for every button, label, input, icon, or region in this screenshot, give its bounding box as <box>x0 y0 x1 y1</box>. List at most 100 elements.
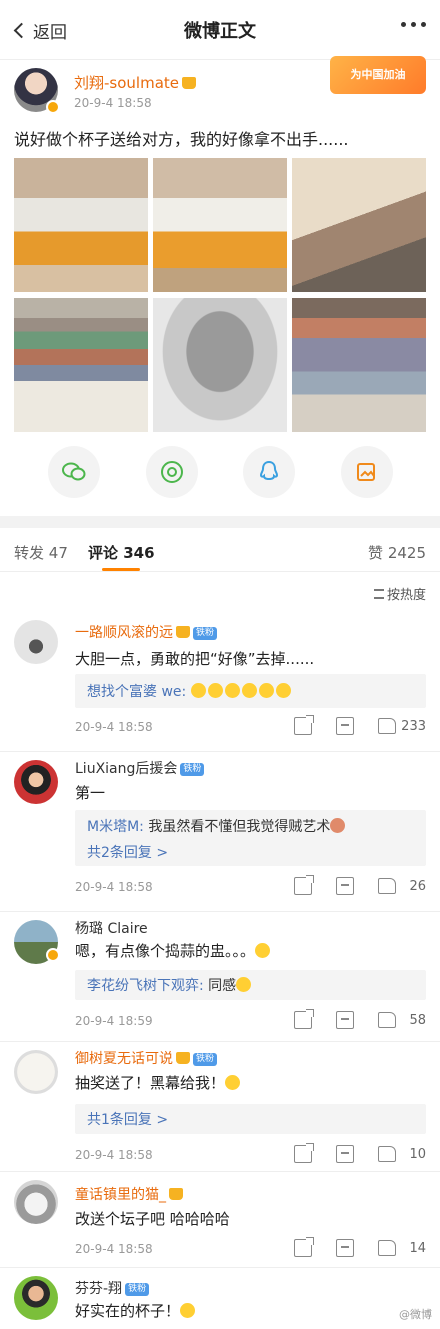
comment-item: 一路顺风滚的远 铁粉 大胆一点，勇敢的把“好像”去掉...... 想找个富婆 we… <box>0 612 440 752</box>
reply-box[interactable]: 李花纷飞树下观弈: 同感 <box>75 970 426 1000</box>
reply-text: 同感 <box>203 978 237 994</box>
share-wechat-button[interactable] <box>48 446 100 498</box>
comment-icon[interactable] <box>336 1145 354 1163</box>
qq-icon <box>259 460 279 481</box>
fan-badge: 铁粉 <box>125 1283 150 1296</box>
reply-username[interactable]: M米塔M: <box>87 819 144 835</box>
crown-icon <box>169 1188 183 1200</box>
comment-username[interactable]: 芬芬-翔 铁粉 <box>75 1278 150 1298</box>
reply-box[interactable]: 共1条回复 > <box>75 1104 426 1134</box>
comment-actions: 10 <box>270 1143 426 1163</box>
post-image[interactable] <box>292 158 426 292</box>
share-icon[interactable] <box>294 875 314 895</box>
laugh-emoji-icon <box>258 683 274 698</box>
tab-like[interactable]: 赞 2425 <box>368 542 426 563</box>
image-grid <box>14 158 426 432</box>
dot-icon <box>421 22 426 27</box>
comment-icon[interactable] <box>336 717 354 735</box>
author-name[interactable]: 刘翔-soulmate <box>74 72 196 93</box>
post-image[interactable] <box>153 158 287 292</box>
share-icon[interactable] <box>294 1143 314 1163</box>
post-image[interactable] <box>292 298 426 432</box>
fan-badge: 铁粉 <box>180 763 205 776</box>
crown-icon <box>182 77 196 89</box>
comment-text: 嗯，有点像个捣蒜的盅。。。 <box>75 940 272 961</box>
like-icon[interactable] <box>378 1240 396 1256</box>
comment-time: 20-9-4 18:58 <box>75 1242 153 1256</box>
laugh-emoji-icon <box>275 683 291 698</box>
comment-username[interactable]: 一路顺风滚的远 铁粉 <box>75 622 218 642</box>
comment-icon[interactable] <box>336 877 354 895</box>
comment-username[interactable]: 杨璐 Claire <box>75 918 148 938</box>
promo-badge[interactable]: 为中国加油 <box>330 56 426 94</box>
comment-username[interactable]: LiuXiang后援会 铁粉 <box>75 758 205 778</box>
comment-username-text: 杨璐 Claire <box>75 921 148 937</box>
share-icon[interactable] <box>294 1009 314 1029</box>
avatar[interactable] <box>14 620 58 664</box>
comment-time: 20-9-4 18:58 <box>75 880 153 894</box>
comment-text-content: 嗯，有点像个捣蒜的盅。。。 <box>75 942 256 960</box>
tab-comment-label: 评论 <box>88 544 119 562</box>
tab-repost[interactable]: 转发 47 <box>14 542 68 563</box>
watermark: @微博 <box>399 1308 432 1321</box>
like-count: 58 <box>409 1012 426 1028</box>
avatar[interactable] <box>14 760 58 804</box>
comment-item: 杨璐 Claire 嗯，有点像个捣蒜的盅。。。 李花纷飞树下观弈: 同感 20-… <box>0 912 440 1042</box>
comment-text: 抽奖送了！黑幕给我！ <box>75 1072 242 1093</box>
comment-username-text: LiuXiang后援会 <box>75 761 178 777</box>
comment-count: 346 <box>123 544 155 562</box>
comment-icon[interactable] <box>336 1239 354 1257</box>
reply-box[interactable]: 想找个富婆 we: <box>75 674 426 708</box>
avatar[interactable] <box>14 1276 58 1320</box>
reply-box[interactable]: M米塔M: 我虽然看不懂但我觉得贼艺术 共2条回复 > <box>75 810 426 866</box>
post-image[interactable] <box>153 298 287 432</box>
tab-repost-label: 转发 <box>14 544 45 562</box>
author-name-text: 刘翔-soulmate <box>74 74 179 92</box>
like-count: 26 <box>409 878 426 894</box>
post-image[interactable] <box>14 298 148 432</box>
comment-username-text: 芬芬-翔 <box>75 1281 123 1297</box>
comment-time: 20-9-4 18:58 <box>75 720 153 734</box>
like-icon[interactable] <box>378 878 396 894</box>
post-time: 20-9-4 18:58 <box>74 96 152 110</box>
reply-username[interactable]: 想找个富婆 <box>87 684 157 700</box>
top-nav-bar: 返回 微博正文 <box>0 0 440 60</box>
fan-badge: 铁粉 <box>193 627 218 640</box>
share-moments-button[interactable] <box>146 446 198 498</box>
post-image[interactable] <box>14 158 148 292</box>
more-replies-link[interactable]: 共2条回复 > <box>75 842 426 862</box>
share-qq-button[interactable] <box>243 446 295 498</box>
page-title: 微博正文 <box>184 21 256 42</box>
save-image-button[interactable] <box>341 446 393 498</box>
more-replies-link[interactable]: 共1条回复 > <box>75 1109 426 1129</box>
comment-username[interactable]: 御树夏无话可说 铁粉 <box>75 1048 218 1068</box>
tab-comment[interactable]: 评论 346 <box>88 542 155 571</box>
share-icon[interactable] <box>294 1237 314 1257</box>
avatar[interactable] <box>14 1050 58 1094</box>
avatar[interactable] <box>14 1180 58 1224</box>
comment-item: 芬芬-翔 铁粉 好实在的杯子！ <box>0 1268 440 1329</box>
comment-item: 御树夏无话可说 铁粉 抽奖送了！黑幕给我！ 共1条回复 > 20-9-4 18:5… <box>0 1042 440 1172</box>
comment-item: LiuXiang后援会 铁粉 第一 M米塔M: 我虽然看不懂但我觉得贼艺术 共2条… <box>0 752 440 912</box>
like-icon[interactable] <box>378 718 396 734</box>
like-icon[interactable] <box>378 1146 396 1162</box>
more-options-button[interactable] <box>401 22 426 27</box>
laugh-emoji-icon <box>241 683 257 698</box>
dot-icon <box>401 22 406 27</box>
share-icon[interactable] <box>294 715 314 735</box>
comment-username-text: 童话镇里的猫_ <box>75 1187 166 1203</box>
comment-icon[interactable] <box>336 1011 354 1029</box>
comment-text: 第一 <box>75 784 106 802</box>
comment-username[interactable]: 童话镇里的猫_ <box>75 1184 183 1204</box>
sort-icon <box>373 588 384 599</box>
like-icon[interactable] <box>378 1012 396 1028</box>
comment-time: 20-9-4 18:59 <box>75 1014 153 1028</box>
reply-username[interactable]: 李花纷飞树下观弈: <box>87 978 204 994</box>
dot-icon <box>411 22 416 27</box>
wechat-icon <box>62 462 86 481</box>
comment-text: 好实在的杯子！ <box>75 1300 197 1321</box>
reply-text: 我虽然看不懂但我觉得贼艺术 <box>143 819 331 835</box>
section-divider <box>0 516 440 528</box>
image-save-icon <box>357 463 375 481</box>
sort-button[interactable]: 按热度 <box>373 584 426 603</box>
